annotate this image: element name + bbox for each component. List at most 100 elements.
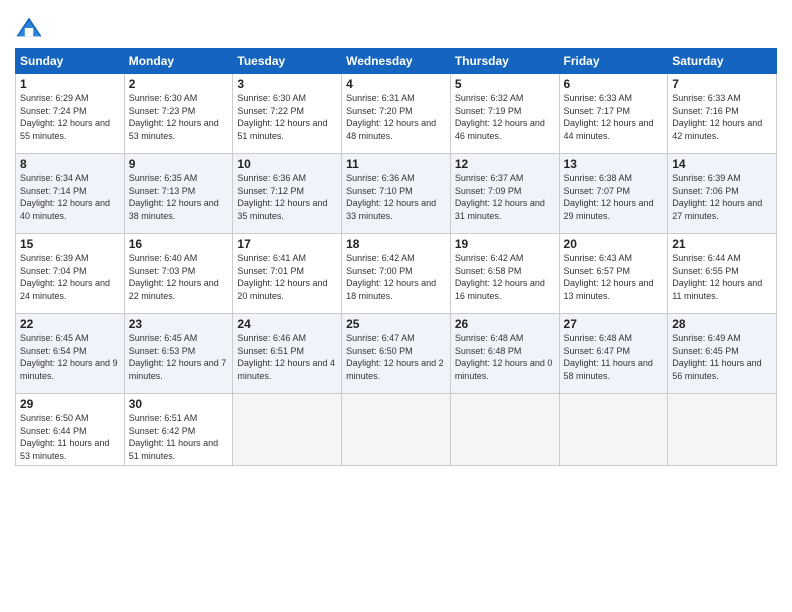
calendar-cell: 23 Sunrise: 6:45 AMSunset: 6:53 PMDaylig… xyxy=(124,314,233,394)
calendar-cell: 30 Sunrise: 6:51 AMSunset: 6:42 PMDaylig… xyxy=(124,394,233,466)
day-number: 27 xyxy=(564,317,664,331)
calendar-cell: 25 Sunrise: 6:47 AMSunset: 6:50 PMDaylig… xyxy=(342,314,451,394)
calendar-cell: 24 Sunrise: 6:46 AMSunset: 6:51 PMDaylig… xyxy=(233,314,342,394)
day-info: Sunrise: 6:42 AMSunset: 6:58 PMDaylight:… xyxy=(455,253,545,301)
day-number: 24 xyxy=(237,317,337,331)
calendar-cell xyxy=(233,394,342,466)
day-info: Sunrise: 6:36 AMSunset: 7:12 PMDaylight:… xyxy=(237,173,327,221)
day-number: 14 xyxy=(672,157,772,171)
day-number: 9 xyxy=(129,157,229,171)
calendar-cell: 5 Sunrise: 6:32 AMSunset: 7:19 PMDayligh… xyxy=(450,74,559,154)
day-number: 22 xyxy=(20,317,120,331)
day-number: 6 xyxy=(564,77,664,91)
calendar-header-saturday: Saturday xyxy=(668,49,777,74)
calendar-cell: 2 Sunrise: 6:30 AMSunset: 7:23 PMDayligh… xyxy=(124,74,233,154)
day-number: 12 xyxy=(455,157,555,171)
calendar-cell: 7 Sunrise: 6:33 AMSunset: 7:16 PMDayligh… xyxy=(668,74,777,154)
calendar-header-friday: Friday xyxy=(559,49,668,74)
calendar-header-sunday: Sunday xyxy=(16,49,125,74)
calendar-week-row: 22 Sunrise: 6:45 AMSunset: 6:54 PMDaylig… xyxy=(16,314,777,394)
day-number: 30 xyxy=(129,397,229,411)
day-number: 3 xyxy=(237,77,337,91)
day-info: Sunrise: 6:41 AMSunset: 7:01 PMDaylight:… xyxy=(237,253,327,301)
day-info: Sunrise: 6:40 AMSunset: 7:03 PMDaylight:… xyxy=(129,253,219,301)
day-number: 13 xyxy=(564,157,664,171)
calendar-cell: 8 Sunrise: 6:34 AMSunset: 7:14 PMDayligh… xyxy=(16,154,125,234)
day-info: Sunrise: 6:36 AMSunset: 7:10 PMDaylight:… xyxy=(346,173,436,221)
calendar-cell: 20 Sunrise: 6:43 AMSunset: 6:57 PMDaylig… xyxy=(559,234,668,314)
day-number: 7 xyxy=(672,77,772,91)
calendar-header-monday: Monday xyxy=(124,49,233,74)
calendar-cell: 15 Sunrise: 6:39 AMSunset: 7:04 PMDaylig… xyxy=(16,234,125,314)
calendar-cell: 11 Sunrise: 6:36 AMSunset: 7:10 PMDaylig… xyxy=(342,154,451,234)
logo xyxy=(15,14,47,42)
calendar-cell: 19 Sunrise: 6:42 AMSunset: 6:58 PMDaylig… xyxy=(450,234,559,314)
calendar-cell: 3 Sunrise: 6:30 AMSunset: 7:22 PMDayligh… xyxy=(233,74,342,154)
day-number: 25 xyxy=(346,317,446,331)
day-info: Sunrise: 6:47 AMSunset: 6:50 PMDaylight:… xyxy=(346,333,444,381)
day-number: 11 xyxy=(346,157,446,171)
header xyxy=(15,10,777,42)
day-number: 18 xyxy=(346,237,446,251)
day-info: Sunrise: 6:43 AMSunset: 6:57 PMDaylight:… xyxy=(564,253,654,301)
day-info: Sunrise: 6:51 AMSunset: 6:42 PMDaylight:… xyxy=(129,413,218,461)
day-info: Sunrise: 6:33 AMSunset: 7:16 PMDaylight:… xyxy=(672,93,762,141)
day-info: Sunrise: 6:45 AMSunset: 6:54 PMDaylight:… xyxy=(20,333,118,381)
day-number: 26 xyxy=(455,317,555,331)
calendar-cell xyxy=(450,394,559,466)
calendar-header-thursday: Thursday xyxy=(450,49,559,74)
calendar-cell: 14 Sunrise: 6:39 AMSunset: 7:06 PMDaylig… xyxy=(668,154,777,234)
calendar-header-wednesday: Wednesday xyxy=(342,49,451,74)
day-info: Sunrise: 6:35 AMSunset: 7:13 PMDaylight:… xyxy=(129,173,219,221)
calendar-cell: 27 Sunrise: 6:48 AMSunset: 6:47 PMDaylig… xyxy=(559,314,668,394)
calendar-cell: 28 Sunrise: 6:49 AMSunset: 6:45 PMDaylig… xyxy=(668,314,777,394)
day-info: Sunrise: 6:48 AMSunset: 6:47 PMDaylight:… xyxy=(564,333,653,381)
calendar-cell: 1 Sunrise: 6:29 AMSunset: 7:24 PMDayligh… xyxy=(16,74,125,154)
day-info: Sunrise: 6:44 AMSunset: 6:55 PMDaylight:… xyxy=(672,253,762,301)
calendar-cell: 12 Sunrise: 6:37 AMSunset: 7:09 PMDaylig… xyxy=(450,154,559,234)
day-number: 21 xyxy=(672,237,772,251)
day-number: 10 xyxy=(237,157,337,171)
calendar-cell: 10 Sunrise: 6:36 AMSunset: 7:12 PMDaylig… xyxy=(233,154,342,234)
day-info: Sunrise: 6:29 AMSunset: 7:24 PMDaylight:… xyxy=(20,93,110,141)
day-info: Sunrise: 6:39 AMSunset: 7:04 PMDaylight:… xyxy=(20,253,110,301)
day-number: 8 xyxy=(20,157,120,171)
day-info: Sunrise: 6:39 AMSunset: 7:06 PMDaylight:… xyxy=(672,173,762,221)
day-info: Sunrise: 6:32 AMSunset: 7:19 PMDaylight:… xyxy=(455,93,545,141)
calendar-cell: 4 Sunrise: 6:31 AMSunset: 7:20 PMDayligh… xyxy=(342,74,451,154)
day-info: Sunrise: 6:30 AMSunset: 7:23 PMDaylight:… xyxy=(129,93,219,141)
calendar-week-row: 1 Sunrise: 6:29 AMSunset: 7:24 PMDayligh… xyxy=(16,74,777,154)
calendar-cell: 22 Sunrise: 6:45 AMSunset: 6:54 PMDaylig… xyxy=(16,314,125,394)
calendar-cell: 16 Sunrise: 6:40 AMSunset: 7:03 PMDaylig… xyxy=(124,234,233,314)
calendar-cell: 26 Sunrise: 6:48 AMSunset: 6:48 PMDaylig… xyxy=(450,314,559,394)
day-number: 28 xyxy=(672,317,772,331)
day-number: 16 xyxy=(129,237,229,251)
day-number: 5 xyxy=(455,77,555,91)
day-number: 23 xyxy=(129,317,229,331)
page: SundayMondayTuesdayWednesdayThursdayFrid… xyxy=(0,0,792,612)
day-info: Sunrise: 6:30 AMSunset: 7:22 PMDaylight:… xyxy=(237,93,327,141)
day-number: 1 xyxy=(20,77,120,91)
calendar-cell xyxy=(342,394,451,466)
day-number: 20 xyxy=(564,237,664,251)
day-number: 17 xyxy=(237,237,337,251)
day-number: 4 xyxy=(346,77,446,91)
calendar-cell: 29 Sunrise: 6:50 AMSunset: 6:44 PMDaylig… xyxy=(16,394,125,466)
calendar-header-tuesday: Tuesday xyxy=(233,49,342,74)
day-info: Sunrise: 6:31 AMSunset: 7:20 PMDaylight:… xyxy=(346,93,436,141)
day-info: Sunrise: 6:34 AMSunset: 7:14 PMDaylight:… xyxy=(20,173,110,221)
calendar-cell: 17 Sunrise: 6:41 AMSunset: 7:01 PMDaylig… xyxy=(233,234,342,314)
calendar-cell: 18 Sunrise: 6:42 AMSunset: 7:00 PMDaylig… xyxy=(342,234,451,314)
calendar-header-row: SundayMondayTuesdayWednesdayThursdayFrid… xyxy=(16,49,777,74)
day-info: Sunrise: 6:50 AMSunset: 6:44 PMDaylight:… xyxy=(20,413,109,461)
calendar-cell: 9 Sunrise: 6:35 AMSunset: 7:13 PMDayligh… xyxy=(124,154,233,234)
calendar-week-row: 29 Sunrise: 6:50 AMSunset: 6:44 PMDaylig… xyxy=(16,394,777,466)
calendar-cell xyxy=(559,394,668,466)
calendar-cell: 13 Sunrise: 6:38 AMSunset: 7:07 PMDaylig… xyxy=(559,154,668,234)
day-number: 19 xyxy=(455,237,555,251)
calendar-week-row: 15 Sunrise: 6:39 AMSunset: 7:04 PMDaylig… xyxy=(16,234,777,314)
day-number: 29 xyxy=(20,397,120,411)
logo-icon xyxy=(15,14,43,42)
day-info: Sunrise: 6:46 AMSunset: 6:51 PMDaylight:… xyxy=(237,333,335,381)
day-info: Sunrise: 6:38 AMSunset: 7:07 PMDaylight:… xyxy=(564,173,654,221)
